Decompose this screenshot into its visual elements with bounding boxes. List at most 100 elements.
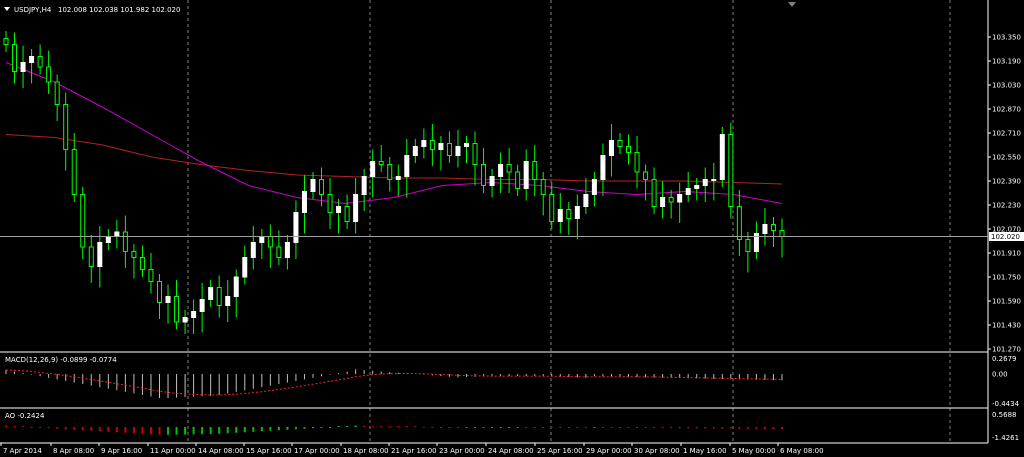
price-tick-label: 102.390 xyxy=(992,178,1021,186)
candle-body xyxy=(378,161,384,165)
candle-body xyxy=(719,134,725,180)
candle-body xyxy=(344,206,350,222)
macd-tick-label: 0.2679 xyxy=(992,355,1017,363)
ao-indicator xyxy=(5,425,783,435)
candle-body xyxy=(438,143,444,150)
price-tick-label: 102.710 xyxy=(992,130,1021,138)
time-tick-label: 29 Apr 00:00 xyxy=(586,447,632,455)
candle-body xyxy=(711,179,717,181)
candle-body xyxy=(472,143,478,165)
candle-body xyxy=(677,194,683,203)
candle-body xyxy=(481,164,487,186)
time-tick-label: 1 May 16:00 xyxy=(683,447,727,455)
price-tick-label: 103.190 xyxy=(992,58,1021,66)
time-tick-label: 18 Apr 08:00 xyxy=(343,447,389,455)
candle-body xyxy=(233,276,239,297)
candle-body xyxy=(114,231,120,237)
candle-body xyxy=(353,194,359,222)
candle-body xyxy=(506,164,512,173)
macd-label: MACD(12,26,9) -0.0899 -0.0774 xyxy=(5,356,117,364)
candle-body xyxy=(523,161,529,189)
price-tick-label: 101.590 xyxy=(992,298,1021,306)
candle-body xyxy=(557,209,563,222)
time-tick-label: 14 Apr 08:00 xyxy=(198,447,244,455)
candle-body xyxy=(63,104,69,150)
candle-body xyxy=(540,179,546,195)
candle-body xyxy=(455,146,461,156)
ma-fast-line xyxy=(5,62,783,205)
chart-shift-marker-icon[interactable] xyxy=(788,2,796,7)
candle-body xyxy=(779,230,785,237)
candle-body xyxy=(736,206,742,240)
candle-body xyxy=(250,242,256,258)
candle-body xyxy=(20,62,26,72)
candle-body xyxy=(591,179,597,195)
candle-body xyxy=(284,242,290,258)
candle-body xyxy=(276,246,282,258)
candle-body xyxy=(728,134,734,207)
candle-body xyxy=(574,206,580,219)
candle-body xyxy=(122,231,128,252)
time-tick-label: 24 Apr 08:00 xyxy=(488,447,534,455)
candle-body xyxy=(634,152,640,173)
ao-label: AO -0.2424 xyxy=(5,412,45,420)
candle-body xyxy=(651,179,657,207)
candles xyxy=(3,31,785,334)
candle-body xyxy=(685,188,691,195)
candle-body xyxy=(165,296,171,303)
time-tick-label: 30 Apr 08:00 xyxy=(634,447,680,455)
candle-body xyxy=(412,146,418,156)
candle-body xyxy=(37,56,43,68)
candle-body xyxy=(608,140,614,156)
macd-tick-label: -0.4434 xyxy=(992,400,1020,408)
time-tick-label: 6 May 08:00 xyxy=(780,447,824,455)
candle-body xyxy=(12,44,18,72)
candle-body xyxy=(216,287,222,306)
candle-body xyxy=(532,161,538,180)
candle-body xyxy=(174,296,180,323)
candle-body xyxy=(463,143,469,147)
candle-body xyxy=(97,242,103,267)
time-scale: 7 Apr 2014 8 Apr 08:00 9 Apr 16:00 11 Apr 0… xyxy=(0,443,824,455)
chart-canvas[interactable]: 103.350 103.190 103.030 102.870 102.710 102.5… xyxy=(0,0,1024,457)
candle-body xyxy=(770,224,776,231)
price-tick-label: 101.910 xyxy=(992,250,1021,258)
candle-body xyxy=(600,155,606,180)
candle-body xyxy=(429,140,435,150)
candle-body xyxy=(583,194,589,207)
time-tick-label: 15 Apr 16:00 xyxy=(246,447,292,455)
price-tick-label: 102.550 xyxy=(992,154,1021,162)
candle-body xyxy=(421,140,427,147)
candle-body xyxy=(489,176,495,186)
candle-body xyxy=(191,311,197,318)
macd-indicator xyxy=(5,369,783,399)
candle-body xyxy=(46,66,52,83)
price-tick-label: 103.350 xyxy=(992,34,1021,42)
candle-body xyxy=(182,317,188,323)
candle-body xyxy=(387,164,393,180)
time-tick-label: 17 Apr 00:00 xyxy=(294,447,340,455)
candle-body xyxy=(80,194,86,248)
current-price-value: 102.020 xyxy=(991,233,1020,241)
price-tick-label: 101.270 xyxy=(992,346,1021,354)
candle-body xyxy=(694,185,700,189)
price-tick-label: 103.030 xyxy=(992,82,1021,90)
candle-body xyxy=(54,81,60,105)
candle-body xyxy=(660,197,666,207)
candle-body xyxy=(395,176,401,180)
candle-body xyxy=(131,251,137,258)
ohlc-values: 102.008 102.038 101.982 102.020 xyxy=(58,6,180,14)
candle-body xyxy=(105,236,111,243)
moving-averages xyxy=(5,62,783,205)
current-price-badge: 102.020 xyxy=(989,232,1024,241)
candle-body xyxy=(3,38,9,45)
candle-body xyxy=(370,161,376,177)
candle-body xyxy=(361,176,367,195)
candle-body xyxy=(515,171,521,189)
candle-body xyxy=(498,164,504,177)
candle-body xyxy=(208,287,214,300)
symbol-label: USDJPY,H4 xyxy=(14,6,52,14)
dropdown-arrow-icon[interactable] xyxy=(4,7,10,11)
time-tick-label: 9 Apr 16:00 xyxy=(101,447,142,455)
time-tick-label: 8 Apr 08:00 xyxy=(53,447,94,455)
